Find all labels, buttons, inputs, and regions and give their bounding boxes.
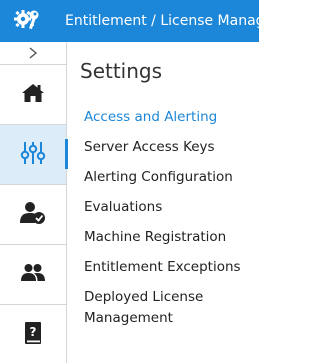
sidebar-item-home[interactable]	[0, 65, 66, 125]
sidebar-item-help[interactable]: ?	[0, 305, 66, 363]
help-book-icon: ?	[23, 321, 43, 349]
page-title: Settings	[80, 59, 163, 83]
app-logo[interactable]	[0, 0, 55, 42]
users-icon	[20, 263, 46, 287]
settings-menu-item-evaluations[interactable]: Evaluations	[84, 197, 256, 218]
settings-menu: Access and Alerting Server Access Keys A…	[84, 107, 256, 338]
settings-menu-item-server-access-keys[interactable]: Server Access Keys	[84, 137, 256, 158]
sliders-icon	[20, 141, 46, 169]
settings-menu-item-access-and-alerting[interactable]: Access and Alerting	[84, 107, 256, 128]
app-window: Entitlement / License Manage ? Settings …	[0, 0, 259, 363]
sidebar-item-user-approval[interactable]	[0, 185, 66, 245]
settings-panel: Settings Access and Alerting Server Acce…	[67, 42, 259, 363]
sidebar-item-settings[interactable]	[0, 125, 68, 185]
svg-text:?: ?	[30, 325, 37, 339]
home-icon	[22, 83, 44, 107]
settings-menu-item-entitlement-exceptions[interactable]: Entitlement Exceptions	[84, 257, 256, 278]
app-title: Entitlement / License Manage	[65, 13, 259, 29]
settings-menu-item-deployed-license-management[interactable]: Deployed License Management	[84, 287, 256, 329]
sidebar-item-groups[interactable]	[0, 245, 66, 305]
key-gear-icon	[13, 7, 42, 35]
user-check-icon	[20, 201, 46, 229]
settings-menu-item-machine-registration[interactable]: Machine Registration	[84, 227, 256, 248]
sidebar-collapse-toggle[interactable]	[0, 42, 66, 65]
sidebar: ?	[0, 42, 68, 363]
top-bar: Entitlement / License Manage	[0, 0, 259, 42]
settings-menu-item-alerting-configuration[interactable]: Alerting Configuration	[84, 167, 256, 188]
chevron-right-icon	[28, 44, 38, 63]
